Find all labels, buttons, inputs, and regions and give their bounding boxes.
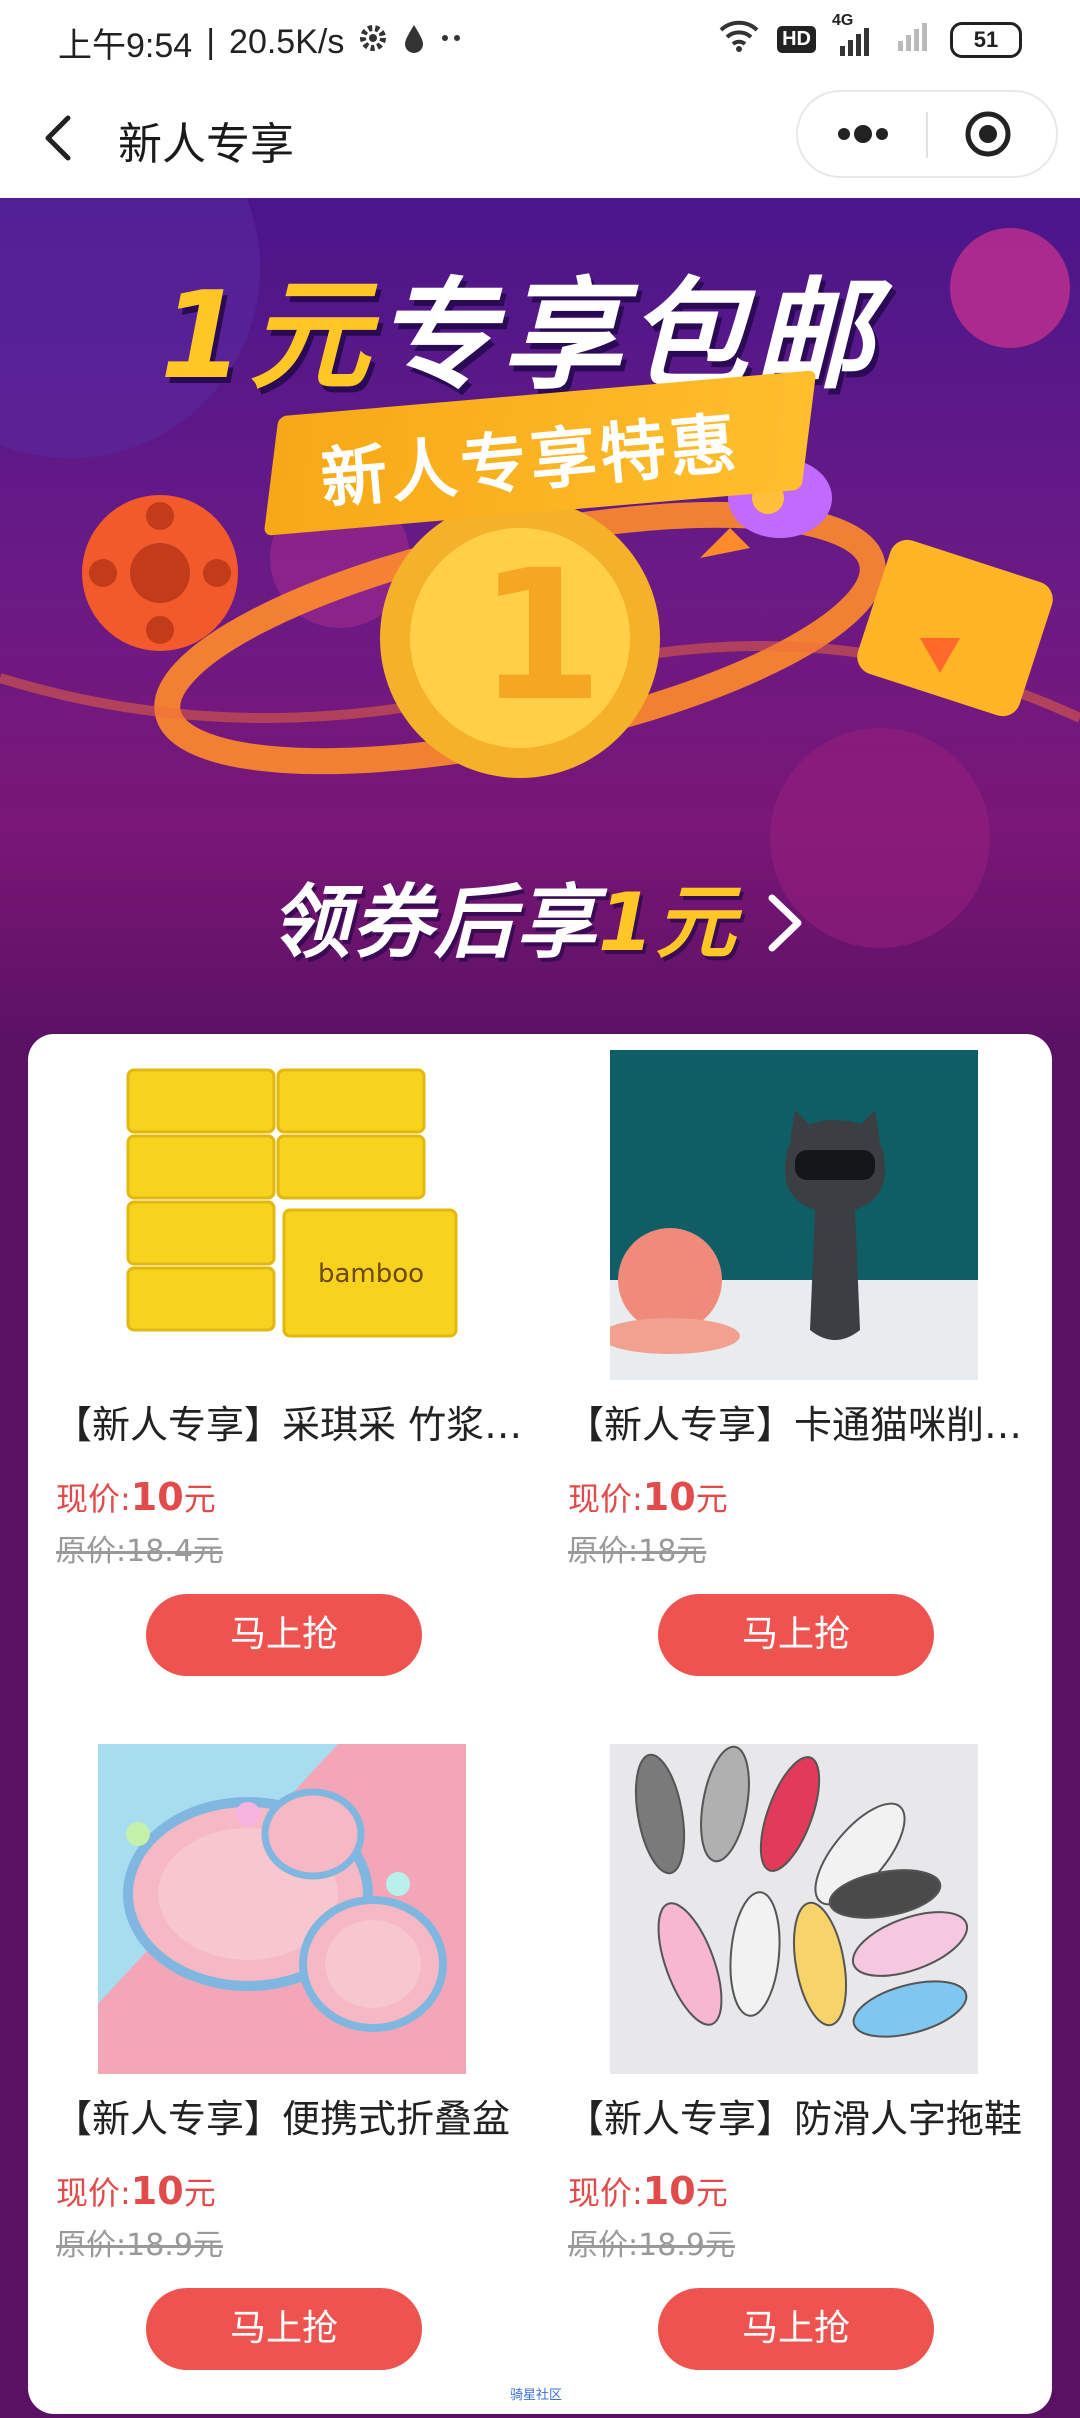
status-time: 上午9:54 (58, 27, 193, 65)
buy-now-button[interactable]: 马上抢 (146, 1594, 422, 1676)
banner-cta[interactable]: 领券后享1元 (270, 858, 738, 974)
buy-now-button[interactable]: 马上抢 (146, 2288, 422, 2370)
signal-icon: 4G (832, 12, 878, 56)
product-item[interactable]: 【新人专享】防滑人字拖鞋 现价:10元 原价:18.9元 马上抢 (540, 1728, 1052, 2418)
svg-text:1: 1 (478, 532, 603, 741)
price-unit: 元 (695, 1480, 728, 1518)
back-button[interactable] (36, 106, 96, 170)
page-title: 新人专享 (118, 119, 294, 170)
footer-watermark: 骑星社区 (510, 2388, 563, 2403)
current-price: 现价:10元 (56, 1474, 216, 1520)
product-image-peeler[interactable] (610, 1050, 978, 1380)
svg-text:bamboo: bamboo (318, 1259, 424, 1289)
buy-now-button[interactable]: 马上抢 (658, 2288, 934, 2370)
product-grid: bamboo 【新人专享】采琪采 竹浆本色抽纸 现价:10元 原价:18.4元 … (28, 1034, 1052, 2414)
price-label: 现价: (568, 1480, 643, 1518)
product-image-tissue[interactable]: bamboo (98, 1050, 466, 1380)
more-menu-button[interactable] (820, 106, 906, 162)
status-left: 上午9:54 | 20.5K/s (58, 18, 464, 67)
capsule-divider (926, 112, 928, 158)
target-icon (965, 111, 1011, 157)
price-label: 现价: (568, 2174, 643, 2212)
price-label: 现价: (56, 2174, 131, 2212)
price-value: 10 (130, 2169, 184, 2213)
original-price: 原价:18.4元 (56, 1534, 223, 1569)
buy-now-button[interactable]: 马上抢 (658, 1594, 934, 1676)
more-dots-icon (440, 23, 464, 62)
gear-icon (358, 23, 388, 62)
product-item[interactable]: 【新人专享】卡通猫咪削皮器 现价:10元 原价:18元 马上抢 (540, 1034, 1052, 1724)
promo-banner[interactable]: 1 1元专享包邮 新人专享特惠 领券后享1元 (0, 198, 1080, 1038)
price-unit: 元 (183, 2174, 216, 2212)
price-value: 10 (130, 1475, 184, 1519)
current-price: 现价:10元 (568, 2168, 728, 2214)
current-price: 现价:10元 (568, 1474, 728, 1520)
product-item[interactable]: 【新人专享】便携式折叠盆 现价:10元 原价:18.9元 马上抢 (28, 1728, 540, 2418)
battery-indicator: 51 (950, 21, 1022, 58)
drop-icon (402, 23, 426, 62)
banner-title-number: 1元 (160, 267, 376, 406)
hd-badge: HD (777, 26, 816, 53)
product-name[interactable]: 【新人专享】采琪采 竹浆本色抽纸 (54, 1394, 524, 1449)
wifi-icon (717, 18, 761, 61)
current-price: 现价:10元 (56, 2168, 216, 2214)
signal-empty-icon (894, 19, 934, 60)
product-image-slippers[interactable] (610, 1744, 978, 2074)
product-name[interactable]: 【新人专享】防滑人字拖鞋 (566, 2088, 1036, 2143)
price-value: 10 (642, 2169, 696, 2213)
product-item[interactable]: bamboo 【新人专享】采琪采 竹浆本色抽纸 现价:10元 原价:18.4元 … (28, 1034, 540, 1724)
banner-cta-prefix: 领券后享 (270, 876, 598, 969)
price-unit: 元 (183, 1480, 216, 1518)
original-price: 原价:18.9元 (56, 2228, 223, 2263)
price-value: 10 (642, 1475, 696, 1519)
network-speed: 20.5K/s (229, 23, 345, 61)
chevron-left-icon (45, 115, 71, 161)
original-price: 原价:18.9元 (568, 2228, 735, 2263)
more-dots-icon (838, 125, 888, 143)
banner-cta-highlight: 1元 (598, 876, 738, 969)
chevron-right-icon[interactable] (760, 888, 810, 958)
product-name[interactable]: 【新人专享】便携式折叠盆 (54, 2088, 524, 2143)
status-separator: | (206, 23, 216, 61)
signal-label: 4G (832, 11, 854, 29)
status-right: HD 4G 51 (717, 12, 1022, 61)
product-name[interactable]: 【新人专享】卡通猫咪削皮器 (566, 1394, 1036, 1449)
original-price: 原价:18元 (568, 1534, 707, 1569)
price-label: 现价: (56, 1480, 131, 1518)
miniprogram-capsule (796, 90, 1058, 178)
price-unit: 元 (695, 2174, 728, 2212)
nav-bar: 新人专享 (0, 78, 1080, 198)
status-bar: 上午9:54 | 20.5K/s HD 4G 51 (0, 0, 1080, 78)
close-miniprogram-button[interactable] (948, 102, 1028, 166)
product-image-basin[interactable] (98, 1744, 466, 2074)
